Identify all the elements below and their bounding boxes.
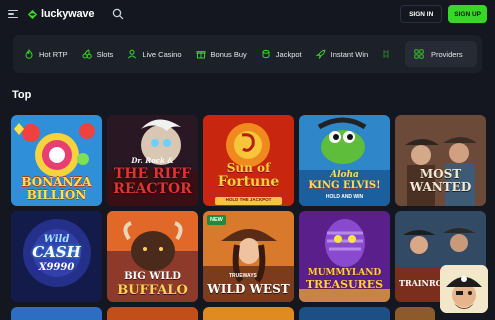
live-user-icon — [128, 49, 137, 59]
game-title-line: X9990 — [38, 262, 75, 273]
category-hot-rtp[interactable]: Hot RTP — [24, 49, 68, 59]
game-title-line: MOST — [419, 167, 462, 181]
category-label: Instant Win — [330, 49, 369, 59]
category-bar: Hot RTP Slots Live Casino Bonus Buy Jack… — [13, 35, 482, 73]
flame-icon — [25, 49, 33, 59]
game-title-line: THE RIFF — [113, 166, 192, 182]
game-title-line: WILD WEST — [207, 282, 290, 296]
game-title-line: WANTED — [409, 180, 472, 194]
game-title-line: Sun of — [226, 161, 271, 175]
game-title-line: BIG WILD — [124, 271, 181, 282]
sign-in-button[interactable]: SIGN IN — [400, 5, 443, 23]
providers-label: Providers — [431, 49, 463, 59]
rocket-icon — [315, 49, 325, 59]
category-label: Hot RTP — [39, 49, 68, 59]
category-instant-win[interactable]: Instant Win — [315, 49, 369, 59]
category-label: Slots — [96, 49, 114, 59]
category-live-casino[interactable]: Live Casino — [127, 49, 182, 59]
game-title-line: Aloha — [330, 170, 359, 180]
coins-icon — [262, 49, 270, 59]
game-title-line: MUMMYLAND — [307, 268, 382, 278]
category-jackpot[interactable]: Jackpot — [261, 49, 302, 59]
more-categories-icon — [383, 50, 389, 58]
logo-text: luckywave — [41, 8, 95, 20]
game-tile-most-wanted[interactable]: MOST WANTED — [395, 115, 486, 206]
new-badge: NEW — [207, 215, 226, 225]
category-slots[interactable]: Slots — [82, 49, 114, 59]
game-title-line: REACTOR — [113, 181, 192, 197]
logo[interactable]: luckywave — [27, 8, 94, 20]
game-tile-mummyland-treasures[interactable]: MUMMYLAND TREASURES — [299, 211, 390, 302]
game-tile-bonanza-billion[interactable]: BONANZA BILLION — [11, 115, 102, 206]
game-tile-wild-west-trueways[interactable]: NEW TRUEWAYS WILD WEST — [203, 211, 294, 302]
game-tile-riff-reactor[interactable]: Dr. Rock & THE RIFF REACTOR — [107, 115, 198, 206]
game-title-line: HOLD AND WIN — [325, 194, 364, 200]
gift-icon — [196, 51, 206, 59]
providers-button[interactable]: Providers — [405, 41, 477, 67]
game-title-line: Fortune — [217, 174, 280, 190]
search-icon[interactable] — [112, 8, 124, 20]
game-tile-partial[interactable] — [11, 307, 102, 320]
sign-up-button[interactable]: SIGN UP — [448, 5, 487, 23]
pirate-mascot-icon — [440, 265, 488, 313]
top-header: luckywave SIGN IN SIGN UP — [0, 0, 495, 28]
category-label: Bonus Buy — [210, 49, 247, 59]
grid-icon — [414, 49, 424, 59]
game-title-line: Dr. Rock & — [131, 156, 174, 165]
game-tile-partial[interactable] — [299, 307, 390, 320]
game-title-line: TRUEWAYS — [229, 273, 257, 279]
game-tile-partial[interactable] — [203, 307, 294, 320]
support-chat-button[interactable] — [440, 265, 488, 313]
game-title-line: BILLION — [26, 188, 87, 202]
game-tile-partial[interactable] — [107, 307, 198, 320]
menu-icon[interactable] — [8, 10, 18, 18]
game-tile-wild-cash-x9990[interactable]: Wild CASH X9990 — [11, 211, 102, 302]
game-tile-big-wild-buffalo[interactable]: BIG WILD BUFFALO — [107, 211, 198, 302]
cherries-icon — [82, 49, 92, 59]
game-title-line: KING ELVIS! — [308, 180, 381, 191]
category-label: Live Casino — [142, 49, 182, 59]
game-tile-partial[interactable] — [395, 307, 435, 320]
section-title-top: Top — [12, 89, 32, 101]
game-tile-aloha-king-elvis[interactable]: Aloha KING ELVIS! HOLD AND WIN — [299, 115, 390, 206]
category-bonus-buy[interactable]: Bonus Buy — [196, 49, 247, 59]
game-title-line: HOLD THE JACKPOT — [225, 197, 272, 202]
game-title-line: BONANZA — [21, 175, 92, 189]
game-artwork — [299, 115, 390, 206]
game-tile-sun-of-fortune[interactable]: Sun of Fortune HOLD THE JACKPOT — [203, 115, 294, 206]
game-title-line: TREASURES — [305, 278, 384, 291]
game-title-line: BUFFALO — [117, 283, 188, 298]
logo-wave-icon — [27, 9, 38, 19]
category-label: Jackpot — [275, 49, 302, 59]
game-title-line: CASH — [32, 243, 81, 261]
